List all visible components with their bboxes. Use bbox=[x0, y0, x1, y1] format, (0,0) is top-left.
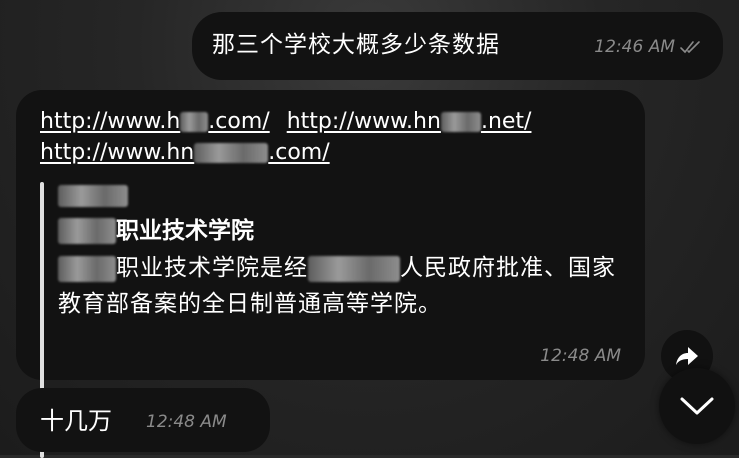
link-1[interactable]: http://www.h .com/ bbox=[40, 109, 270, 134]
message-time: 12:48 AM bbox=[146, 412, 227, 432]
preview-title: 职业技术学院 bbox=[58, 216, 618, 246]
redacted-blur bbox=[58, 185, 128, 207]
redacted-blur bbox=[180, 112, 209, 132]
link-2[interactable]: http://www.hn .net/ bbox=[287, 109, 532, 134]
link-preview[interactable]: 职业技术学院 职业技术学院是经 人民政府批准、国家教育部备案的全日制普通高等学院。 bbox=[58, 182, 618, 322]
redacted-blur bbox=[308, 255, 400, 282]
share-arrow-icon bbox=[676, 347, 698, 365]
redacted-blur bbox=[58, 255, 116, 282]
outgoing-message-bubble[interactable]: 那三个学校大概多少条数据 12:46 AM bbox=[192, 12, 723, 80]
preview-description: 职业技术学院是经 人民政府批准、国家教育部备案的全日制普通高等学院。 bbox=[58, 255, 616, 317]
message-time: 12:48 AM bbox=[540, 346, 621, 366]
chevron-down-icon bbox=[680, 397, 714, 415]
message-time: 12:46 AM bbox=[594, 37, 675, 57]
message-meta: 12:46 AM bbox=[594, 37, 705, 57]
message-text: 那三个学校大概多少条数据 bbox=[212, 32, 500, 58]
incoming-message-bubble[interactable]: 十几万 12:48 AM bbox=[16, 388, 270, 452]
scroll-to-bottom-button[interactable] bbox=[659, 368, 735, 444]
link-3[interactable]: http://www.hn .com/ bbox=[40, 140, 330, 165]
redacted-blur bbox=[194, 143, 269, 163]
preview-site-name bbox=[58, 182, 618, 210]
incoming-link-message-bubble[interactable]: http://www.h .com/ http://www.hn .net/ htt… bbox=[16, 90, 645, 458]
redacted-blur bbox=[440, 112, 481, 132]
double-check-icon bbox=[680, 41, 700, 54]
redacted-blur bbox=[58, 218, 116, 244]
message-text: 十几万 bbox=[40, 407, 112, 435]
link-list: http://www.h .com/ http://www.hn .net/ htt… bbox=[40, 106, 630, 168]
